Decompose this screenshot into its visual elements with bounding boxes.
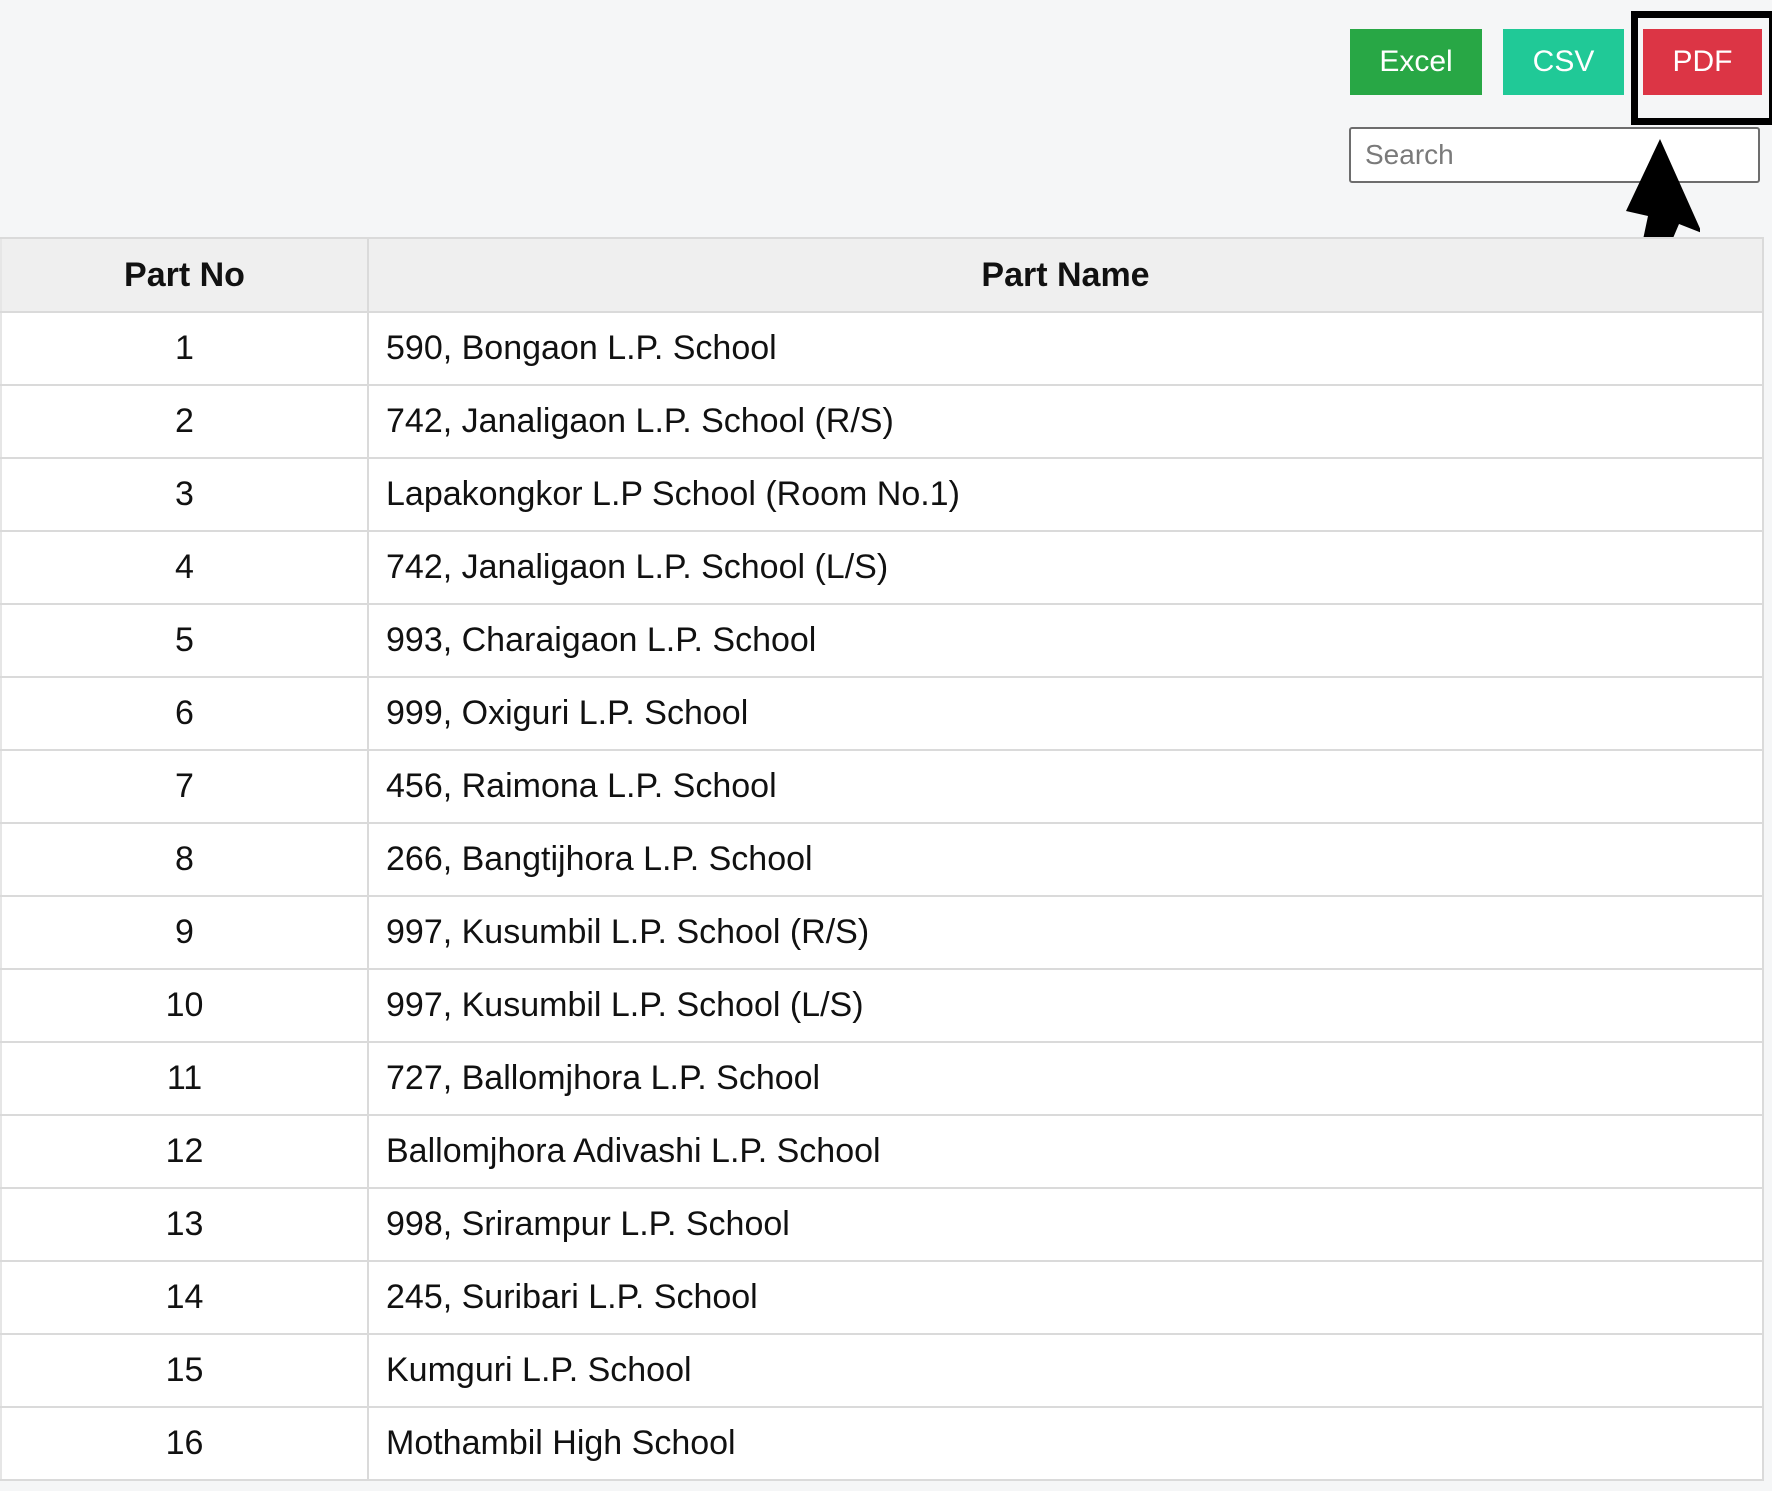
table-row[interactable]: 14 245, Suribari L.P. School [0, 1260, 1764, 1335]
part-name-cell: Mothambil High School [367, 1406, 1764, 1481]
part-name-cell: 997, Kusumbil L.P. School (L/S) [367, 968, 1764, 1043]
part-name-cell: Ballomjhora Adivashi L.P. School [367, 1114, 1764, 1189]
part-name-cell: 456, Raimona L.P. School [367, 749, 1764, 824]
column-header-part-name[interactable]: Part Name [367, 237, 1764, 313]
table-row[interactable]: 12 Ballomjhora Adivashi L.P. School [0, 1114, 1764, 1189]
part-name-cell: 727, Ballomjhora L.P. School [367, 1041, 1764, 1116]
table-row[interactable]: 2 742, Janaligaon L.P. School (R/S) [0, 384, 1764, 459]
part-no-cell: 7 [0, 749, 369, 824]
part-no-cell: 14 [0, 1260, 369, 1335]
part-no-cell: 1 [0, 311, 369, 386]
table-row[interactable]: 5 993, Charaigaon L.P. School [0, 603, 1764, 678]
part-no-cell: 15 [0, 1333, 369, 1408]
part-name-cell: 993, Charaigaon L.P. School [367, 603, 1764, 678]
excel-export-button[interactable]: Excel [1350, 29, 1482, 95]
part-no-cell: 3 [0, 457, 369, 532]
table-row[interactable]: 13 998, Srirampur L.P. School [0, 1187, 1764, 1262]
table-body: 1 590, Bongaon L.P. School 2 742, Janaligao… [0, 311, 1764, 1481]
table-row[interactable]: 11 727, Ballomjhora L.P. School [0, 1041, 1764, 1116]
part-name-cell: Lapakongkor L.P School (Room No.1) [367, 457, 1764, 532]
part-name-cell: Kumguri L.P. School [367, 1333, 1764, 1408]
part-no-cell: 4 [0, 530, 369, 605]
part-no-cell: 10 [0, 968, 369, 1043]
part-no-cell: 5 [0, 603, 369, 678]
search-input[interactable] [1349, 127, 1760, 183]
parts-table: Part No Part Name 1 590, Bongaon L.P. Sch… [0, 237, 1764, 1481]
part-name-cell: 245, Suribari L.P. School [367, 1260, 1764, 1335]
table-row[interactable]: 6 999, Oxiguri L.P. School [0, 676, 1764, 751]
csv-export-button[interactable]: CSV [1503, 29, 1624, 95]
part-name-cell: 742, Janaligaon L.P. School (L/S) [367, 530, 1764, 605]
table-row[interactable]: 15 Kumguri L.P. School [0, 1333, 1764, 1408]
table-row[interactable]: 8 266, Bangtijhora L.P. School [0, 822, 1764, 897]
table-row[interactable]: 1 590, Bongaon L.P. School [0, 311, 1764, 386]
table-row[interactable]: 3 Lapakongkor L.P School (Room No.1) [0, 457, 1764, 532]
part-no-cell: 2 [0, 384, 369, 459]
column-header-part-no[interactable]: Part No [0, 237, 369, 313]
part-name-cell: 999, Oxiguri L.P. School [367, 676, 1764, 751]
part-name-cell: 997, Kusumbil L.P. School (R/S) [367, 895, 1764, 970]
part-name-cell: 998, Srirampur L.P. School [367, 1187, 1764, 1262]
table-row[interactable]: 9 997, Kusumbil L.P. School (R/S) [0, 895, 1764, 970]
part-no-cell: 16 [0, 1406, 369, 1481]
table-header-row: Part No Part Name [0, 237, 1764, 313]
table-row[interactable]: 10 997, Kusumbil L.P. School (L/S) [0, 968, 1764, 1043]
part-no-cell: 12 [0, 1114, 369, 1189]
part-name-cell: 742, Janaligaon L.P. School (R/S) [367, 384, 1764, 459]
parts-table-container: Part No Part Name 1 590, Bongaon L.P. Sch… [0, 237, 1764, 1481]
part-no-cell: 6 [0, 676, 369, 751]
part-no-cell: 8 [0, 822, 369, 897]
part-no-cell: 13 [0, 1187, 369, 1262]
pdf-export-button[interactable]: PDF [1643, 29, 1762, 95]
part-name-cell: 266, Bangtijhora L.P. School [367, 822, 1764, 897]
table-row[interactable]: 16 Mothambil High School [0, 1406, 1764, 1481]
table-row[interactable]: 4 742, Janaligaon L.P. School (L/S) [0, 530, 1764, 605]
table-row[interactable]: 7 456, Raimona L.P. School [0, 749, 1764, 824]
part-no-cell: 9 [0, 895, 369, 970]
part-name-cell: 590, Bongaon L.P. School [367, 311, 1764, 386]
part-no-cell: 11 [0, 1041, 369, 1116]
